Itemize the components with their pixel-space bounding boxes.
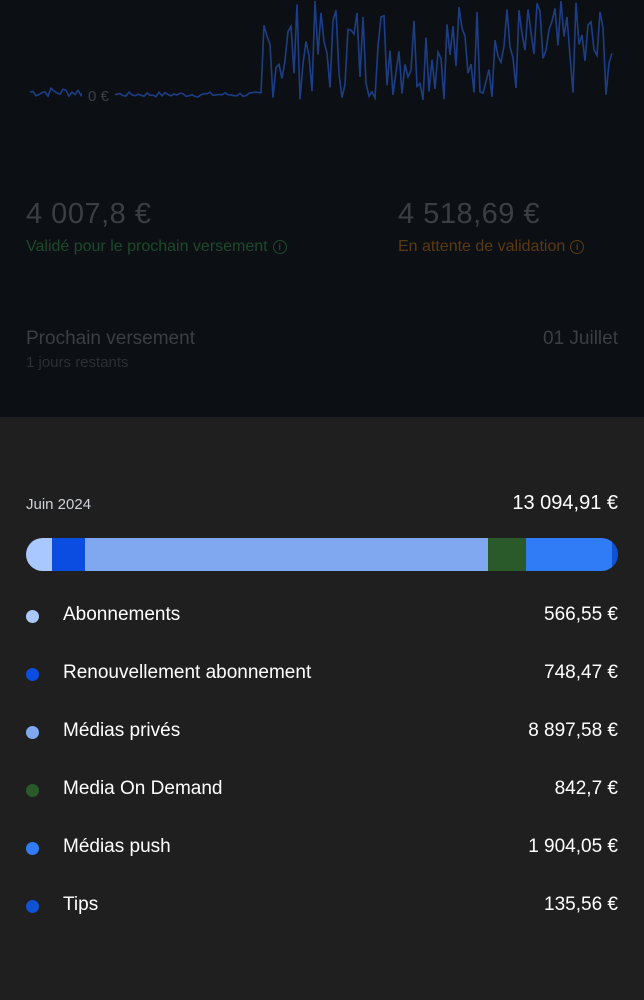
validated-amount: 4 007,8 €: [26, 198, 152, 230]
info-icon[interactable]: i: [272, 240, 287, 254]
breakdown-month: Juin 2024: [26, 496, 92, 513]
pending-status[interactable]: En attente de validation i: [398, 238, 585, 256]
legend-label: Abonnements: [63, 604, 181, 625]
legend-item[interactable]: Médias push 1 904,05 €: [0, 818, 644, 876]
next-payout-remaining: 1 jours restants: [26, 354, 129, 371]
bar-segment: [51, 538, 86, 571]
legend-color-dot: [26, 668, 39, 681]
legend-label: Médias privés: [63, 720, 181, 741]
pending-label: En attente de validation: [398, 238, 566, 255]
bar-segment: [487, 538, 526, 571]
legend-value: 748,47 €: [544, 662, 618, 683]
validated-label: Validé pour le prochain versement: [26, 238, 268, 255]
earnings-overview: 0 € 4 007,8 € Validé pour le prochain ve…: [0, 0, 644, 417]
legend-value: 566,55 €: [544, 604, 618, 625]
validated-status[interactable]: Validé pour le prochain versement i: [26, 238, 287, 256]
legend-value: 1 904,05 €: [528, 836, 618, 857]
bar-segment: [26, 538, 52, 571]
legend-value: 8 897,58 €: [528, 720, 618, 741]
legend-label: Renouvellement abonnement: [63, 662, 312, 683]
bar-segment: [525, 538, 612, 571]
legend-item[interactable]: Media On Demand 842,7 €: [0, 760, 644, 818]
bar-segment: [611, 538, 618, 571]
legend-label: Tips: [63, 894, 99, 915]
info-icon[interactable]: i: [570, 240, 585, 254]
breakdown-total: 13 094,91 €: [512, 492, 618, 514]
pending-amount: 4 518,69 €: [398, 198, 541, 230]
next-payout-title: Prochain versement: [26, 328, 195, 349]
legend-color-dot: [26, 610, 39, 623]
legend-color-dot: [26, 726, 39, 739]
revenue-breakdown-bar: [26, 538, 618, 571]
legend-item[interactable]: Renouvellement abonnement 748,47 €: [0, 644, 644, 702]
legend-label: Médias push: [63, 836, 171, 857]
legend-color-dot: [26, 784, 39, 797]
legend-item[interactable]: Abonnements 566,55 €: [0, 586, 644, 644]
legend-item[interactable]: Médias privés 8 897,58 €: [0, 702, 644, 760]
chart-zero-label: 0 €: [82, 86, 115, 107]
bar-segment: [85, 538, 488, 571]
legend-value: 135,56 €: [544, 894, 618, 915]
legend-label: Media On Demand: [63, 778, 223, 799]
revenue-legend: Abonnements 566,55 € Renouvellement abonne…: [0, 586, 644, 934]
sparkline-series: [29, 0, 613, 101]
legend-item[interactable]: Tips 135,56 €: [0, 876, 644, 934]
next-payout-date: 01 Juillet: [543, 328, 618, 349]
legend-color-dot: [26, 900, 39, 913]
legend-color-dot: [26, 842, 39, 855]
legend-value: 842,7 €: [554, 778, 618, 799]
